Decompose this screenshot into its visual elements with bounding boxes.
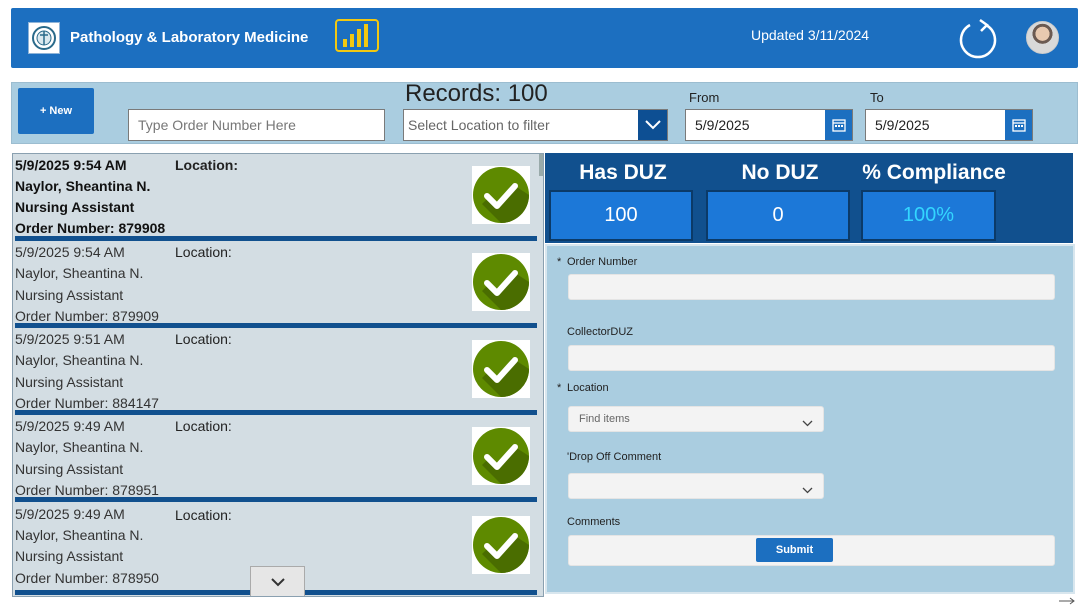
- record-name: Naylor, Sheantina N.: [15, 527, 144, 543]
- record-name: Naylor, Sheantina N.: [15, 265, 144, 281]
- collector-duz-field[interactable]: [568, 345, 1055, 371]
- location-label-text: Location: [567, 382, 609, 394]
- location-filter-select[interactable]: Select Location to filter: [403, 109, 668, 141]
- record-order-number: Order Number: 878951: [15, 482, 159, 498]
- has-duz-label: Has DUZ: [579, 161, 667, 184]
- record-name: Naylor, Sheantina N.: [15, 439, 144, 455]
- order-number-label-text: Order Number: [567, 256, 638, 268]
- no-duz-label: No DUZ: [741, 161, 819, 184]
- comments-label: Comments: [567, 516, 621, 528]
- list-item[interactable]: 5/9/2025 9:54 AM Location: Naylor, Shean…: [13, 154, 543, 241]
- order-number-label: * Order Number: [557, 256, 638, 268]
- record-location-label: Location:: [175, 418, 232, 434]
- record-location-label: Location:: [175, 331, 232, 347]
- calendar-icon[interactable]: [1005, 110, 1032, 140]
- to-date-picker[interactable]: 5/9/2025: [865, 109, 1033, 141]
- to-date-value: 5/9/2025: [875, 117, 930, 133]
- record-order-number: Order Number: 879908: [15, 220, 166, 236]
- user-avatar[interactable]: [1026, 21, 1059, 54]
- required-mark: *: [557, 382, 562, 394]
- records-list[interactable]: 5/9/2025 9:54 AM Location: Naylor, Shean…: [12, 153, 544, 597]
- calendar-icon[interactable]: [825, 110, 852, 140]
- compliance-value: 100%: [861, 190, 996, 241]
- check-circle-icon: [472, 340, 530, 398]
- app-header: Pathology & Laboratory Medicine Updated …: [11, 8, 1078, 68]
- location-dropdown[interactable]: Find items: [568, 406, 824, 432]
- scroll-down-button[interactable]: [250, 566, 305, 596]
- record-order-number: Order Number: 879909: [15, 308, 159, 324]
- record-role: Nursing Assistant: [15, 199, 135, 215]
- drop-off-comment-dropdown[interactable]: [568, 473, 824, 499]
- to-label: To: [870, 90, 884, 105]
- record-datetime: 5/9/2025 9:54 AM: [15, 157, 127, 173]
- record-name: Naylor, Sheantina N.: [15, 352, 144, 368]
- record-datetime: 5/9/2025 9:54 AM: [15, 244, 125, 260]
- record-role: Nursing Assistant: [15, 287, 124, 303]
- collector-duz-label: CollectorDUZ: [567, 326, 634, 338]
- record-datetime: 5/9/2025 9:51 AM: [15, 331, 125, 347]
- from-date-value: 5/9/2025: [695, 117, 750, 133]
- department-seal-icon: [28, 22, 60, 54]
- chevron-down-icon: [802, 414, 813, 432]
- submit-button[interactable]: Submit: [756, 538, 833, 562]
- required-mark: *: [557, 256, 562, 268]
- from-date-picker[interactable]: 5/9/2025: [685, 109, 853, 141]
- location-dropdown-placeholder: Find items: [579, 413, 630, 425]
- from-label: From: [689, 90, 720, 105]
- record-location-label: Location:: [175, 157, 238, 173]
- list-item[interactable]: 5/9/2025 9:49 AM Location: Naylor, Shean…: [13, 415, 543, 502]
- filter-bar: + New Records: 100 Select Location to fi…: [11, 80, 1078, 144]
- record-form: * Order Number CollectorDUZ * Location Fin…: [545, 244, 1075, 594]
- record-role: Nursing Assistant: [15, 548, 124, 564]
- check-circle-icon: [472, 427, 530, 485]
- order-number-search-input[interactable]: [128, 109, 385, 141]
- drop-off-comment-label: 'Drop Off Comment: [567, 451, 662, 463]
- records-count: Records: 100: [405, 80, 548, 107]
- record-datetime: 5/9/2025 9:49 AM: [15, 418, 125, 434]
- updated-date: Updated 3/11/2024: [751, 27, 870, 43]
- chevron-down-icon[interactable]: [638, 110, 667, 140]
- check-circle-icon: [472, 516, 530, 574]
- record-datetime: 5/9/2025 9:49 AM: [15, 506, 125, 522]
- compliance-label: % Compliance: [862, 161, 1006, 184]
- list-item[interactable]: 5/9/2025 9:54 AM Location: Naylor, Shean…: [13, 241, 543, 328]
- power-bi-icon[interactable]: [335, 19, 379, 52]
- check-circle-icon: [472, 166, 530, 224]
- chevron-down-icon: [270, 577, 285, 586]
- record-role: Nursing Assistant: [15, 461, 124, 477]
- stats-panel: Has DUZ No DUZ % Compliance 100 0 100%: [545, 153, 1073, 243]
- check-circle-icon: [472, 253, 530, 311]
- location-label: * Location: [557, 382, 609, 394]
- record-order-number: Order Number: 878950: [15, 570, 159, 586]
- has-duz-value: 100: [549, 190, 693, 241]
- record-location-label: Location:: [175, 244, 232, 260]
- location-filter-placeholder: Select Location to filter: [408, 117, 550, 133]
- chevron-down-icon: [802, 481, 813, 499]
- arrow-right-icon: [1058, 592, 1076, 605]
- app-title: Pathology & Laboratory Medicine: [70, 29, 309, 46]
- refresh-icon[interactable]: [956, 16, 1000, 60]
- order-number-field[interactable]: [568, 274, 1055, 300]
- record-role: Nursing Assistant: [15, 374, 124, 390]
- record-name: Naylor, Sheantina N.: [15, 178, 151, 194]
- record-order-number: Order Number: 884147: [15, 395, 159, 411]
- new-record-button[interactable]: + New: [18, 88, 94, 134]
- record-location-label: Location:: [175, 507, 232, 523]
- list-item[interactable]: 5/9/2025 9:51 AM Location: Naylor, Shean…: [13, 328, 543, 415]
- no-duz-value: 0: [706, 190, 850, 241]
